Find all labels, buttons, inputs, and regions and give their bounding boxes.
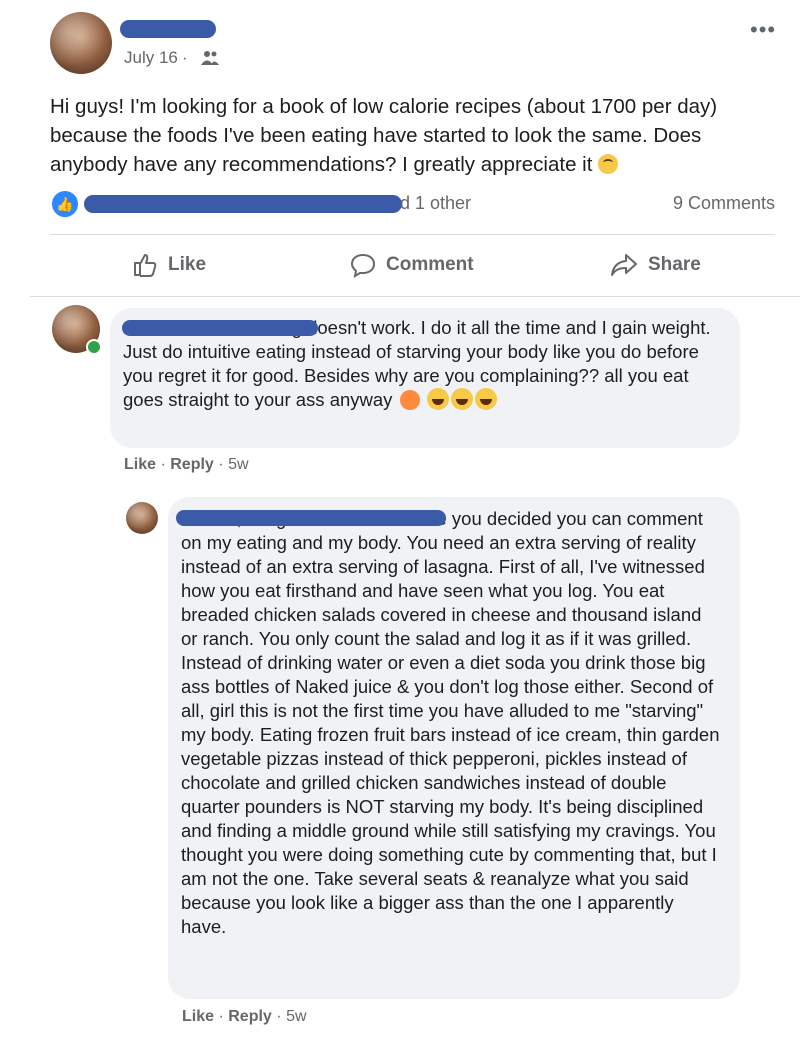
post-date[interactable]: July 16 — [124, 48, 178, 67]
comment-count[interactable]: 9 Comments — [673, 193, 775, 214]
online-status-dot — [86, 339, 102, 355]
comment-2-bubble: n Look, I'm gonna be blunt since you dec… — [168, 497, 740, 999]
comment-2-reply-link[interactable]: Reply — [228, 1008, 272, 1025]
redacted-commenter-2-name — [176, 510, 446, 526]
date-separator: · — [181, 48, 188, 67]
share-button[interactable]: Share — [610, 252, 701, 278]
avatar-shade — [50, 12, 112, 74]
redacted-poster-name — [120, 20, 216, 38]
upside-down-face-icon — [598, 154, 619, 174]
joy-face-icon — [474, 388, 497, 410]
like-reaction-icon[interactable]: 👍 — [50, 189, 80, 219]
joy-face-icon — [450, 388, 473, 410]
redacted-commenter-1-name — [122, 320, 318, 336]
more-options-icon[interactable]: ••• — [750, 17, 776, 43]
peach-icon — [399, 390, 420, 410]
comment-1-reply-link[interactable]: Reply — [170, 456, 214, 473]
comment-2-like-link[interactable]: Like — [182, 1008, 214, 1025]
comment-1-time[interactable]: 5w — [228, 456, 248, 473]
commenter-2-avatar[interactable] — [126, 502, 158, 534]
redacted-reactor-names — [84, 195, 402, 213]
comment-1-meta: Like · Reply · 5w — [124, 456, 249, 473]
like-button[interactable]: Like — [132, 252, 206, 278]
comment-2-time[interactable]: 5w — [286, 1008, 306, 1025]
comment-bubble-icon — [350, 253, 376, 278]
comment-button[interactable]: Comment — [350, 252, 474, 278]
avatar-shade — [126, 502, 158, 534]
thumbs-up-icon — [134, 254, 157, 277]
poster-avatar[interactable] — [50, 12, 112, 74]
post-text: Hi guys! I'm looking for a book of low c… — [50, 92, 780, 179]
friends-icon[interactable] — [201, 50, 219, 66]
reactions-summary[interactable]: d 1 other — [400, 193, 471, 214]
comment-2-text: n Look, I'm gonna be blunt since you dec… — [181, 508, 720, 937]
like-label: Like — [168, 254, 207, 275]
share-arrow-icon — [611, 254, 637, 276]
comment-2-meta: Like · Reply · 5w — [182, 1008, 307, 1025]
divider-top — [50, 234, 775, 235]
post-date-line: July 16 · — [124, 48, 192, 68]
divider-bottom — [30, 296, 800, 297]
joy-face-icon — [426, 388, 449, 410]
facebook-post: July 16 · ••• Hi guys! I'm looking for a … — [0, 0, 800, 1047]
comment-label: Comment — [386, 254, 474, 275]
comment-1-like-link[interactable]: Like — [124, 456, 156, 473]
share-label: Share — [648, 254, 701, 275]
